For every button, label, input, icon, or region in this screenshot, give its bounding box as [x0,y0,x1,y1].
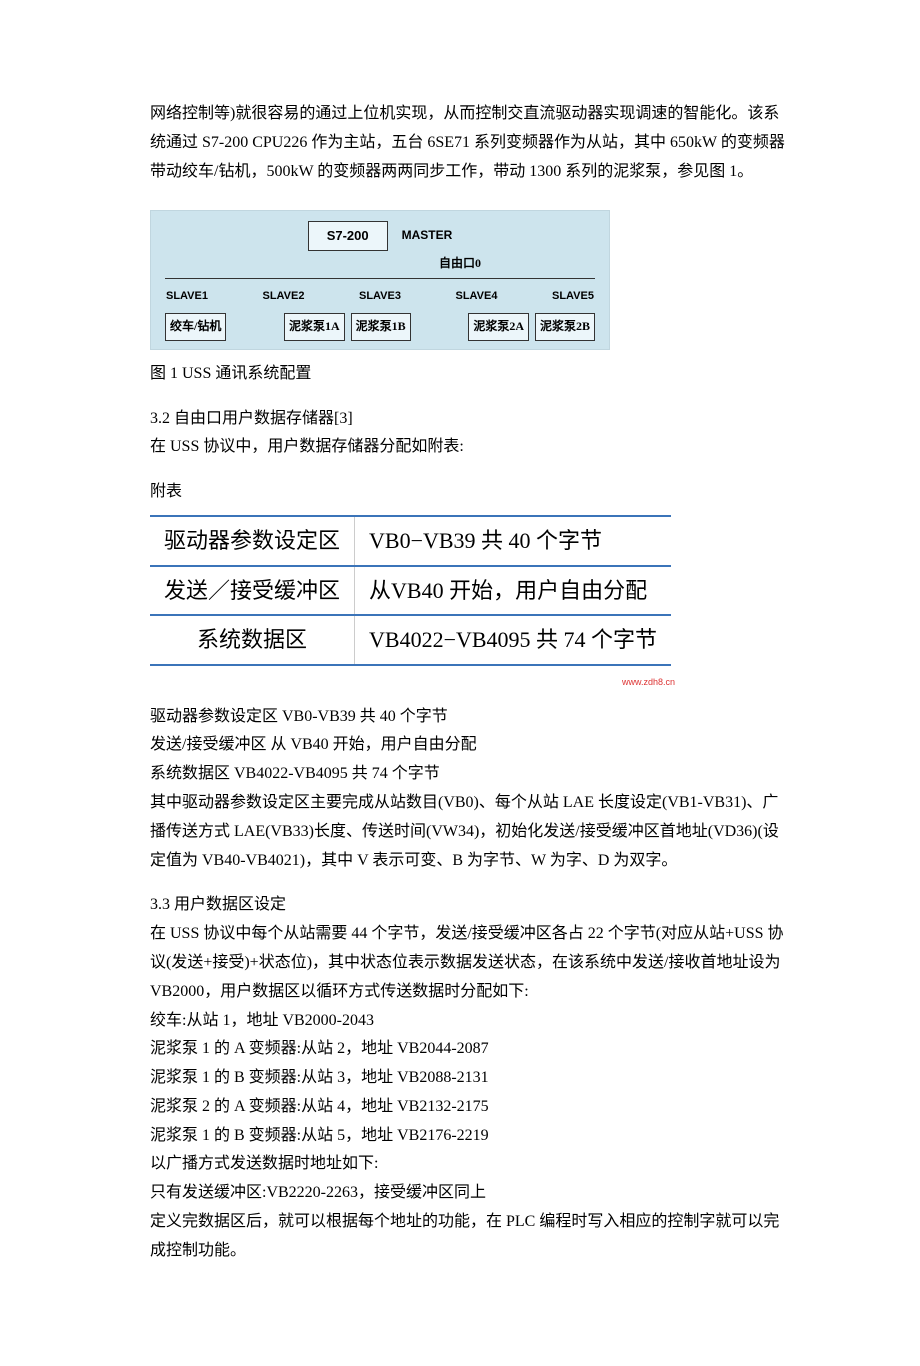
slave-label: SLAVE3 [359,287,401,307]
intro-paragraph: 网络控制等)就很容易的通过上位机实现，从而控制交直流驱动器实现调速的智能化。该系… [150,100,790,186]
after-table-line: 其中驱动器参数设定区主要完成从站数目(VB0)、每个从站 LAE 长度设定(VB… [150,789,790,875]
section-33-line: 泥浆泵 1 的 A 变频器:从站 2，地址 VB2044-2087 [150,1035,790,1064]
after-table-line: 驱动器参数设定区 VB0-VB39 共 40 个字节 [150,703,790,732]
slave-label: SLAVE2 [263,287,305,307]
port-label: 自由口0 [325,253,595,275]
section-33-line: 定义完数据区后，就可以根据每个地址的功能，在 PLC 编程时写入相应的控制字就可… [150,1208,790,1266]
watermark-text: www.zdh8.cn [622,674,675,690]
bus-line [165,278,595,279]
table-row: 驱动器参数设定区 VB0−VB39 共 40 个字节 [150,516,671,566]
section-33-line: 绞车:从站 1，地址 VB2000-2043 [150,1007,790,1036]
section-33-title: 3.3 用户数据区设定 [150,891,790,920]
slave-label: SLAVE5 [552,287,594,307]
leaf-box: 泥浆泵1B [351,313,411,341]
figure-caption: 图 1 USS 通讯系统配置 [150,360,790,389]
table-row: 发送／接受缓冲区 从VB40 开始，用户自由分配 [150,566,671,616]
uss-diagram: S7-200 MASTER 自由口0 SLAVE1 SLAVE2 SLAVE3 … [150,210,610,349]
section-33-line: 在 USS 协议中每个从站需要 44 个字节，发送/接受缓冲区各占 22 个字节… [150,920,790,1006]
leaf-box: 泥浆泵1A [284,313,345,341]
leaf-box: 绞车/钻机 [165,313,226,341]
section-32-line: 在 USS 协议中，用户数据存储器分配如附表: [150,433,790,462]
after-table-line: 发送/接受缓冲区 从 VB40 开始，用户自由分配 [150,731,790,760]
section-33-line: 泥浆泵 2 的 A 变频器:从站 4，地址 VB2132-2175 [150,1093,790,1122]
section-32-title: 3.2 自由口用户数据存储器[3] [150,405,790,434]
after-table-line: 系统数据区 VB4022-VB4095 共 74 个字节 [150,760,790,789]
table-label: 附表 [150,478,790,507]
table-cell: 从VB40 开始，用户自由分配 [355,566,672,616]
table-cell: 系统数据区 [150,615,355,665]
leaf-box: 泥浆泵2A [468,313,529,341]
table-cell: VB0−VB39 共 40 个字节 [355,516,672,566]
section-33-line: 泥浆泵 1 的 B 变频器:从站 5，地址 VB2176-2219 [150,1122,790,1151]
section-33-line: 只有发送缓冲区:VB2220-2263，接受缓冲区同上 [150,1179,790,1208]
section-33-line: 泥浆泵 1 的 B 变频器:从站 3，地址 VB2088-2131 [150,1064,790,1093]
table-row: 系统数据区 VB4022−VB4095 共 74 个字节 [150,615,671,665]
table-cell: VB4022−VB4095 共 74 个字节 [355,615,672,665]
master-label: MASTER [402,225,453,247]
slave-label: SLAVE4 [456,287,498,307]
section-33-line: 以广播方式发送数据时地址如下: [150,1150,790,1179]
memory-allocation-table: 驱动器参数设定区 VB0−VB39 共 40 个字节 发送／接受缓冲区 从VB4… [150,515,671,666]
table-cell: 驱动器参数设定区 [150,516,355,566]
slave-label: SLAVE1 [166,287,208,307]
table-cell: 发送／接受缓冲区 [150,566,355,616]
leaf-box: 泥浆泵2B [535,313,595,341]
master-box: S7-200 [308,221,388,250]
